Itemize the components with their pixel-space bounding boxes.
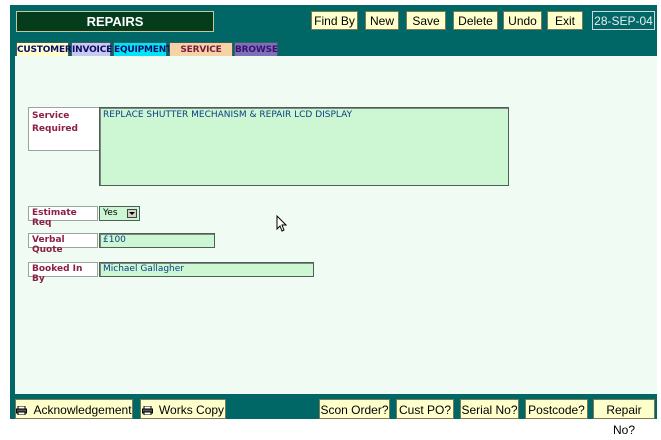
service-required-field[interactable]: REPLACE SHUTTER MECHANISM & REPAIR LCD D…	[99, 107, 509, 186]
repair-no-button[interactable]: Repair No?	[593, 399, 655, 437]
form-title: REPAIRS	[16, 11, 214, 32]
save-button[interactable]: Save	[406, 11, 446, 30]
screen: REPAIRS Find By New Save Delete Undo Exi…	[0, 0, 661, 437]
works-copy-label: Works Copy	[158, 403, 225, 417]
cust-po-button[interactable]: Cust PO?	[396, 399, 454, 419]
estimate-req-label: Estimate Req	[28, 206, 98, 228]
acknowledgement-button[interactable]: Acknowledgement	[15, 399, 133, 419]
estimate-req-select[interactable]: Yes	[99, 206, 140, 221]
tab-service-req[interactable]: SERVICE REQ	[169, 42, 233, 69]
postcode-button[interactable]: Postcode?	[525, 399, 588, 419]
tab-equipment[interactable]: EQUIPMENT	[113, 42, 172, 56]
booked-in-by-label: Booked In By	[28, 262, 98, 284]
find-by-button[interactable]: Find By	[311, 11, 358, 30]
mouse-pointer-icon	[276, 215, 287, 232]
tab-invoice[interactable]: INVOICE	[71, 42, 112, 56]
tab-customer[interactable]: CUSTOMER	[16, 42, 72, 56]
undo-button[interactable]: Undo	[503, 11, 542, 30]
date-display: 28-SEP-04	[592, 11, 655, 30]
works-copy-button[interactable]: Works Copy	[140, 399, 226, 419]
booked-in-by-field[interactable]: Michael Gallagher	[99, 262, 314, 277]
verbal-quote-label: Verbal Quote	[28, 233, 98, 255]
scon-order-button[interactable]: Scon Order?	[319, 399, 390, 419]
printer-icon	[16, 406, 28, 415]
dropdown-arrow-icon[interactable]	[127, 209, 137, 218]
verbal-quote-field[interactable]: £100	[99, 233, 215, 248]
new-button[interactable]: New	[365, 11, 399, 30]
acknowledgement-label: Acknowledgement	[33, 403, 132, 417]
tab-browse[interactable]: BROWSE	[234, 42, 278, 56]
estimate-req-value: Yes	[103, 208, 118, 218]
serial-no-button[interactable]: Serial No?	[460, 399, 519, 419]
service-required-label: Service Required	[28, 107, 100, 151]
exit-button[interactable]: Exit	[547, 11, 583, 30]
delete-button[interactable]: Delete	[453, 11, 498, 30]
printer-icon	[141, 406, 153, 415]
